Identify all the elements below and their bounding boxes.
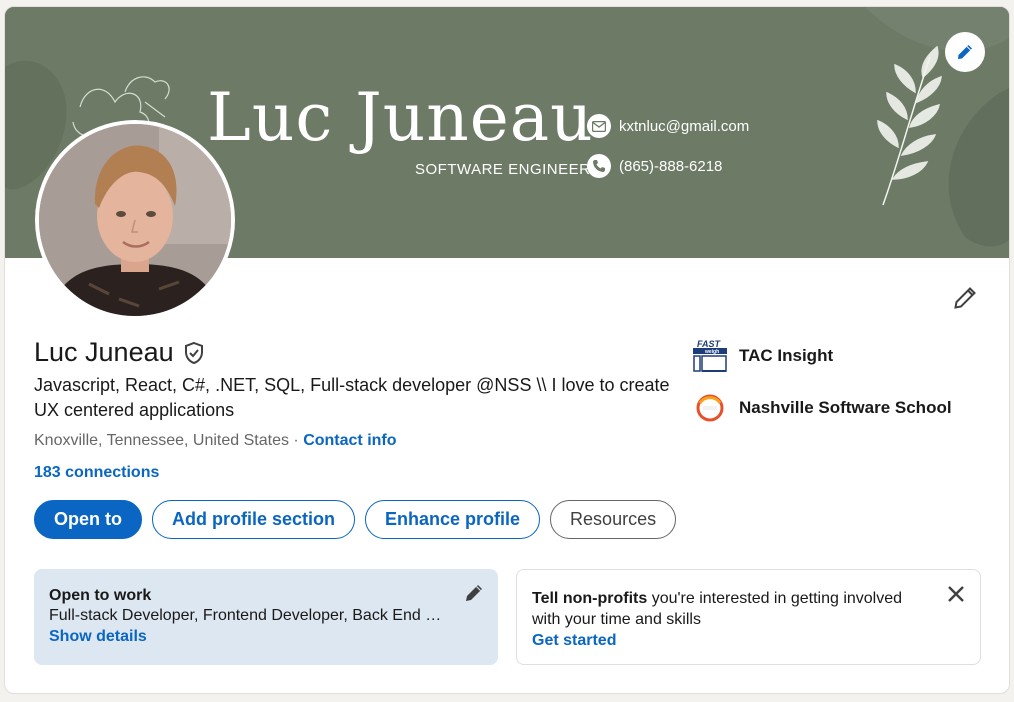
- connections-link[interactable]: 183 connections: [34, 464, 159, 482]
- pencil-icon[interactable]: [464, 583, 484, 608]
- contact-info-link[interactable]: Contact info: [303, 432, 396, 449]
- profile-avatar[interactable]: [35, 120, 235, 320]
- experience-item-nashville-software-school[interactable]: Nashville Software School: [691, 389, 952, 427]
- banner-job-title: SOFTWARE ENGINEER: [415, 161, 591, 178]
- profile-name-row: Luc Juneau: [34, 337, 206, 368]
- open-to-work-roles: Full-stack Developer, Frontend Developer…: [49, 607, 449, 624]
- nonprofits-card: Tell non-profits you're interested in ge…: [516, 569, 981, 665]
- location-separator: ·: [288, 432, 304, 449]
- phone-icon: [587, 154, 611, 178]
- close-icon[interactable]: [946, 584, 966, 609]
- svg-text:weigh: weigh: [704, 349, 719, 355]
- resources-button[interactable]: Resources: [550, 500, 677, 539]
- enhance-profile-button[interactable]: Enhance profile: [365, 500, 541, 539]
- shield-check-icon[interactable]: [182, 341, 206, 365]
- pencil-icon: [958, 45, 972, 59]
- profile-headline: Javascript, React, C#, .NET, SQL, Full-s…: [34, 375, 670, 420]
- school-logo: [691, 389, 729, 427]
- profile-location-row: Knoxville, Tennessee, United States · Co…: [34, 432, 397, 450]
- banner-edit-button[interactable]: [945, 32, 985, 72]
- profile-actions: Open to Add profile section Enhance prof…: [34, 500, 677, 539]
- nonprofits-lead: Tell non-profits: [532, 590, 648, 607]
- pencil-icon: [954, 287, 976, 309]
- experience-name: Nashville Software School: [739, 398, 952, 417]
- company-logo: FAST weigh: [691, 337, 729, 375]
- banner-phone-text: (865)-888-6218: [619, 157, 723, 175]
- avatar-photo: [39, 124, 231, 316]
- add-profile-section-button[interactable]: Add profile section: [152, 500, 356, 539]
- open-to-button[interactable]: Open to: [34, 500, 142, 539]
- intro-edit-button[interactable]: [950, 283, 980, 313]
- banner-name: Luc Juneau: [207, 79, 594, 156]
- profile-card: Luc Juneau SOFTWARE ENGINEER kxtnluc@gma…: [4, 6, 1010, 694]
- open-to-work-title: Open to work: [49, 587, 152, 604]
- envelope-icon: [587, 114, 611, 138]
- show-details-link[interactable]: Show details: [49, 626, 483, 648]
- open-to-work-card[interactable]: Open to work Full-stack Developer, Front…: [34, 569, 498, 665]
- experience-item-tac-insight[interactable]: FAST weigh TAC Insight: [691, 337, 833, 375]
- get-started-link[interactable]: Get started: [532, 630, 965, 652]
- profile-location: Knoxville, Tennessee, United States: [34, 432, 289, 449]
- banner-email: kxtnluc@gmail.com: [587, 114, 749, 138]
- banner-phone: (865)-888-6218: [587, 154, 722, 178]
- profile-name: Luc Juneau: [34, 337, 174, 367]
- svg-text:FAST: FAST: [697, 339, 722, 349]
- banner-email-text: kxtnluc@gmail.com: [619, 117, 750, 135]
- experience-name: TAC Insight: [739, 346, 834, 365]
- nonprofits-text: Tell non-profits you're interested in ge…: [532, 588, 912, 630]
